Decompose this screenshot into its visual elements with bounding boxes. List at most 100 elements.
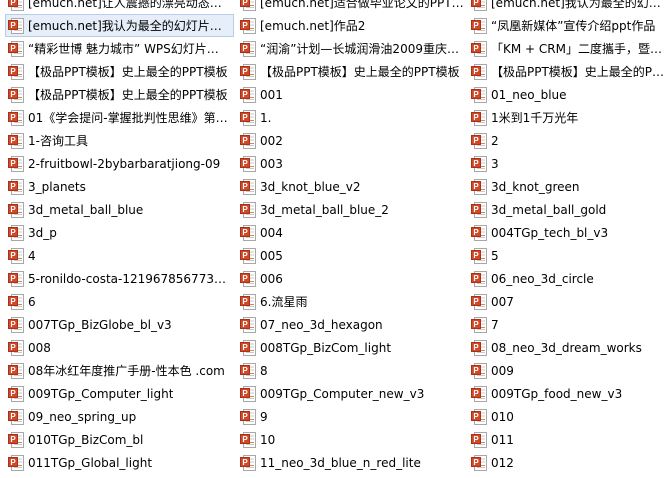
file-name: 07_neo_3d_hexagon — [260, 317, 383, 332]
file-name: [emuch.net]我认为最全的幻灯片模板 — [28, 19, 228, 33]
file-item[interactable]: P 5-ronildo-costa-1219678567731364 — [5, 267, 234, 290]
file-item[interactable]: P [emuch.net]我认为最全的幻灯片模板 — [5, 14, 234, 37]
file-item[interactable]: P 009TGp_Computer_new_v3 — [237, 382, 465, 405]
file-item[interactable]: P 1. — [237, 106, 465, 129]
file-item[interactable]: P 08年冰红年度推广手册-性本色 .com — [5, 359, 234, 382]
file-item[interactable]: P 008TGp_BizCom_light — [237, 336, 465, 359]
svg-text:P: P — [242, 67, 248, 76]
file-item[interactable]: P6 — [5, 290, 234, 313]
file-name: 009TGp_food_new_v3 — [491, 386, 623, 401]
file-item[interactable]: P4 — [5, 244, 234, 267]
file-item[interactable]: P 【极品PPT模板】史上最全的PPT模板 — [5, 83, 234, 106]
file-item[interactable]: P 【极品PPT模板】史上最全的PPT模板 — [237, 60, 465, 83]
svg-text:P: P — [473, 136, 479, 145]
file-item[interactable]: P “润渝”计划—长城润滑油2009重庆市场推广方案 — [237, 37, 465, 60]
file-name: 3d_metal_ball_blue_2 — [260, 202, 389, 217]
file-item[interactable]: P 07_neo_3d_hexagon — [237, 313, 465, 336]
file-item[interactable]: P 3d_knot_green — [468, 175, 668, 198]
file-item[interactable]: P 001 — [237, 83, 465, 106]
powerpoint-file-icon: P — [8, 0, 24, 11]
file-item[interactable]: P 007 — [468, 290, 668, 313]
file-item[interactable]: P 3d_metal_ball_blue — [5, 198, 234, 221]
file-item[interactable]: P 06_neo_3d_circle — [468, 267, 668, 290]
file-item[interactable]: P 1米到1千万光年 — [468, 106, 668, 129]
file-item[interactable]: P 009TGp_Computer_light — [5, 382, 234, 405]
file-item[interactable]: P 3d_p — [5, 221, 234, 244]
powerpoint-file-icon: P — [8, 270, 24, 287]
file-item[interactable]: P 010TGp_BizCom_bl — [5, 428, 234, 451]
file-item[interactable]: P 005 — [237, 244, 465, 267]
powerpoint-file-icon: P — [240, 201, 256, 218]
svg-text:P: P — [242, 389, 248, 398]
powerpoint-file-icon: P — [8, 247, 24, 264]
file-item[interactable]: P [emuch.net]适合做毕业论文的PPT模板 — [237, 0, 465, 14]
svg-text:P: P — [473, 435, 479, 444]
svg-text:P: P — [473, 320, 479, 329]
file-item[interactable]: P [emuch.net]作品2 — [237, 14, 465, 37]
file-item[interactable]: P 002 — [237, 129, 465, 152]
file-item[interactable]: P 3d_metal_ball_blue_2 — [237, 198, 465, 221]
file-item[interactable]: P 2-fruitbowl-2bybarbaratjiong-09 — [5, 152, 234, 175]
svg-text:P: P — [242, 182, 248, 191]
file-item[interactable]: P 01_neo_blue — [468, 83, 668, 106]
file-name: 01《学会提问-掌握批判性思维》第一章 — [28, 111, 228, 125]
file-name: “精彩世博 魅力城市” WPS幻灯片设计大赛 — [28, 42, 228, 56]
powerpoint-file-icon: P — [240, 431, 256, 448]
svg-text:P: P — [10, 435, 16, 444]
powerpoint-file-icon: P — [240, 224, 256, 241]
file-name: 【极品PPT模板】史上最全的PPT模板 — [28, 65, 228, 79]
file-item[interactable]: P 010 — [468, 405, 668, 428]
powerpoint-file-icon: P — [8, 63, 24, 80]
file-item[interactable]: P7 — [468, 313, 668, 336]
file-item[interactable]: P 3d_knot_blue_v2 — [237, 175, 465, 198]
svg-text:P: P — [10, 205, 16, 214]
file-item[interactable]: P 004 — [237, 221, 465, 244]
powerpoint-file-icon: P — [8, 224, 24, 241]
svg-text:P: P — [242, 136, 248, 145]
powerpoint-file-icon: P — [240, 293, 256, 310]
file-item[interactable]: P 004TGp_tech_bl_v3 — [468, 221, 668, 244]
file-item[interactable]: P 3d_metal_ball_gold — [468, 198, 668, 221]
file-item[interactable]: P “凤凰新媒体”宣传介绍ppt作品 — [468, 14, 668, 37]
file-item[interactable]: P9 — [237, 405, 465, 428]
file-item[interactable]: P 【极品PPT模板】史上最全的PPT模板 — [5, 60, 234, 83]
file-item[interactable]: P [emuch.net]我认为最全的幻灯片模板 — [468, 0, 668, 14]
file-item[interactable]: P 011TGp_Global_light — [5, 451, 234, 474]
file-item[interactable]: P 11_neo_3d_blue_n_red_lite — [237, 451, 465, 474]
file-name: 1. — [260, 110, 272, 125]
file-item[interactable]: P2 — [468, 129, 668, 152]
file-item[interactable]: P [emuch.net]让人震撼的漂亮动态PPT模板 — [5, 0, 234, 14]
file-item[interactable]: P 10 — [237, 428, 465, 451]
file-item[interactable]: P 008 — [5, 336, 234, 359]
file-item[interactable]: P “精彩世博 魅力城市” WPS幻灯片设计大赛 — [5, 37, 234, 60]
file-name: [emuch.net]我认为最全的幻灯片模板 — [491, 0, 667, 10]
file-item[interactable]: P 006 — [237, 267, 465, 290]
powerpoint-file-icon: P — [240, 247, 256, 264]
svg-text:P: P — [10, 90, 16, 99]
file-item[interactable]: P 08_neo_3d_dream_works — [468, 336, 668, 359]
file-item[interactable]: P 011 — [468, 428, 668, 451]
file-item[interactable]: P5 — [468, 244, 668, 267]
powerpoint-file-icon: P — [240, 132, 256, 149]
powerpoint-file-icon: P — [240, 454, 256, 471]
file-item[interactable]: P 09_neo_spring_up — [5, 405, 234, 428]
svg-text:P: P — [473, 90, 479, 99]
svg-text:P: P — [242, 90, 248, 99]
file-item[interactable]: P 007TGp_BizGlobe_bl_v3 — [5, 313, 234, 336]
file-item[interactable]: P 【极品PPT模板】史上最全的PPT模板 — [468, 60, 668, 83]
file-item[interactable]: P 「KM + CRM」二度攜手，暨企業知識管理 — [468, 37, 668, 60]
file-item[interactable]: P 009TGp_food_new_v3 — [468, 382, 668, 405]
file-item[interactable]: P3 — [468, 152, 668, 175]
file-name: 009TGp_Computer_new_v3 — [260, 386, 425, 401]
powerpoint-file-icon: P — [8, 155, 24, 172]
file-item[interactable]: P 009 — [468, 359, 668, 382]
file-item[interactable]: P 6.流星雨 — [237, 290, 465, 313]
file-item[interactable]: P 3_planets — [5, 175, 234, 198]
file-item[interactable]: P 003 — [237, 152, 465, 175]
file-item[interactable]: P 012 — [468, 451, 668, 474]
file-item[interactable]: P8 — [237, 359, 465, 382]
file-item[interactable]: P 1-咨询工具 — [5, 129, 234, 152]
file-item[interactable]: P 01《学会提问-掌握批判性思维》第一章 — [5, 106, 234, 129]
svg-text:P: P — [242, 366, 248, 375]
file-name: 2-fruitbowl-2bybarbaratjiong-09 — [28, 156, 221, 171]
